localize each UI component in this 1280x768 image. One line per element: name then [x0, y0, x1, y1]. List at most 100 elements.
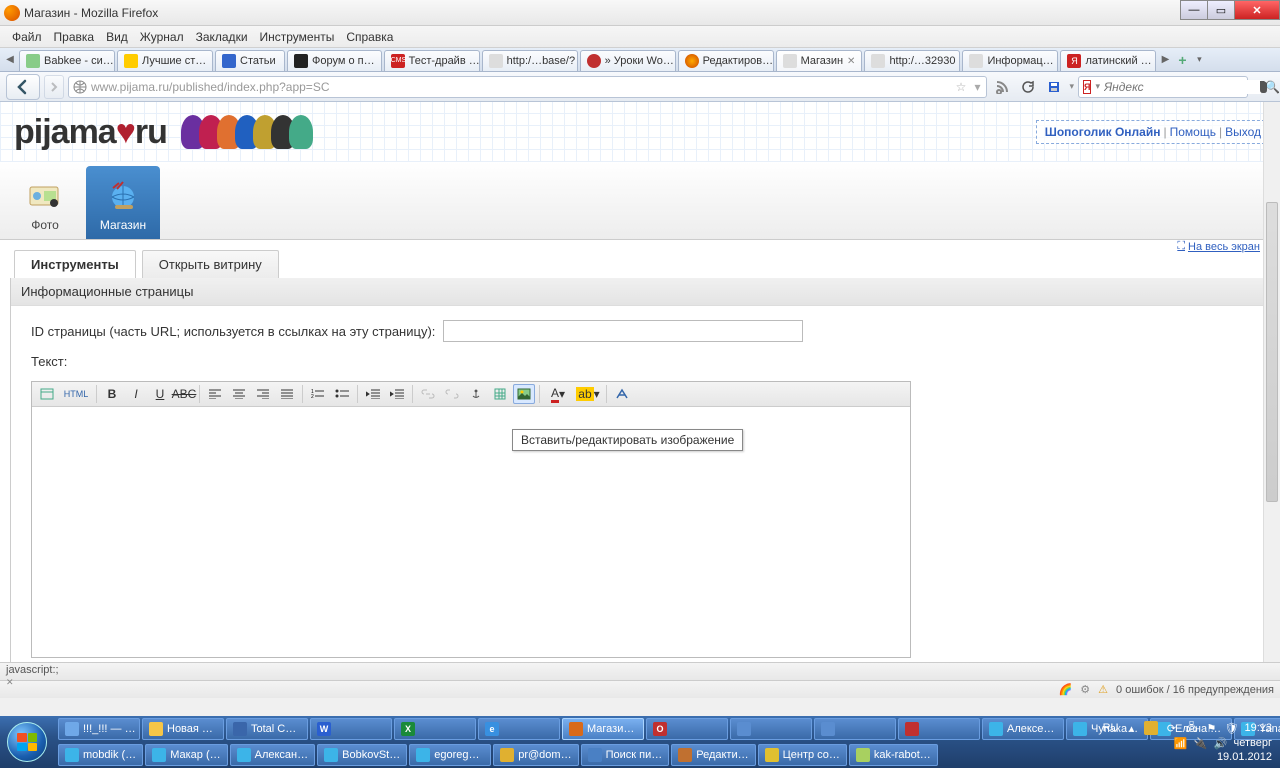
close-button[interactable]: ✕ — [1234, 0, 1280, 20]
tabs-scroll-right[interactable]: ▶ — [1157, 48, 1173, 71]
taskbar-item[interactable]: Центр со… — [758, 744, 847, 766]
save-dropdown-icon[interactable]: ▾ — [1069, 81, 1074, 92]
tray-sync-icon[interactable]: ⟳ — [1164, 721, 1178, 735]
evernote-icon[interactable] — [1252, 76, 1274, 98]
rss-icon[interactable] — [991, 76, 1013, 98]
taskbar-item[interactable]: X — [394, 718, 476, 740]
taskbar-item[interactable]: mobdik (… — [58, 744, 143, 766]
taskbar-item[interactable]: Новая … — [142, 718, 224, 740]
page-scrollbar[interactable] — [1263, 102, 1280, 662]
taskbar-item[interactable]: Поиск пи… — [581, 744, 670, 766]
menu-help[interactable]: Справка — [340, 28, 399, 46]
tab-item-active[interactable]: Магазин✕ — [776, 50, 863, 71]
tab-item[interactable]: Ялатинский … — [1060, 50, 1156, 71]
start-button[interactable] — [0, 716, 54, 768]
close-tab-icon[interactable]: ✕ — [847, 56, 855, 67]
italic-button[interactable]: I — [125, 384, 147, 404]
taskbar-item[interactable]: Алексе… — [982, 718, 1064, 740]
tray-network-icon[interactable]: 🖧 — [1184, 721, 1198, 735]
taskbar-item[interactable]: Макар (… — [145, 744, 227, 766]
taskbar-item[interactable]: !!!_!!! — … — [58, 718, 140, 740]
taskbar-item[interactable] — [814, 718, 896, 740]
menu-bookmarks[interactable]: Закладки — [190, 28, 254, 46]
appnav-photo[interactable]: Фото — [8, 166, 82, 239]
taskbar-item[interactable]: Total C… — [226, 718, 308, 740]
indent-icon[interactable] — [386, 384, 408, 404]
align-justify-icon[interactable] — [276, 384, 298, 404]
search-input[interactable] — [1104, 80, 1261, 94]
underline-button[interactable]: U — [149, 384, 171, 404]
tab-item[interactable]: Babkee - си… — [19, 50, 115, 71]
tab-item[interactable]: http:/…base/? — [482, 50, 578, 71]
tab-open-storefront[interactable]: Открыть витрину — [142, 250, 279, 278]
back-button[interactable] — [6, 74, 40, 100]
status-close-icon[interactable]: ✕ — [6, 677, 14, 687]
tray-time[interactable]: 19:13 — [1244, 722, 1272, 734]
tab-item[interactable]: Редактиров… — [678, 50, 774, 71]
html-button[interactable]: HTML — [60, 384, 92, 404]
save-icon[interactable] — [1043, 76, 1065, 98]
editor-canvas[interactable]: Вставить/редактировать изображение — [32, 407, 910, 657]
anchor-icon[interactable] — [465, 384, 487, 404]
tab-item[interactable]: Статьи — [215, 50, 285, 71]
strike-button[interactable]: ABC — [173, 384, 195, 404]
tray-chevron-icon[interactable]: ▴ — [1124, 721, 1138, 735]
tab-item[interactable]: Форум о п… — [287, 50, 382, 71]
special-icon[interactable] — [611, 384, 633, 404]
menu-view[interactable]: Вид — [100, 28, 134, 46]
page-id-input[interactable] — [443, 320, 803, 342]
minimize-button[interactable]: — — [1180, 0, 1208, 20]
taskbar-item[interactable] — [730, 718, 812, 740]
source-icon[interactable] — [36, 384, 58, 404]
user-link[interactable]: Шопоголик Онлайн — [1045, 125, 1161, 139]
ordered-list-icon[interactable]: 12 — [307, 384, 329, 404]
tray-wifi-icon[interactable]: 📶 — [1174, 736, 1188, 750]
taskbar-item[interactable]: egoreg… — [409, 744, 491, 766]
logout-link[interactable]: Выход — [1225, 125, 1261, 139]
forward-button[interactable] — [44, 75, 64, 99]
tray-flag-icon[interactable]: ⚑ — [1204, 721, 1218, 735]
taskbar-item[interactable]: Магази… — [562, 718, 644, 740]
url-dropdown-icon[interactable]: ▾ — [972, 80, 982, 94]
menu-edit[interactable]: Правка — [48, 28, 101, 46]
unordered-list-icon[interactable] — [331, 384, 353, 404]
tray-power-icon[interactable]: 🔌 — [1194, 736, 1208, 750]
menu-tools[interactable]: Инструменты — [254, 28, 341, 46]
tab-item[interactable]: Информац… — [962, 50, 1058, 71]
bg-color-icon[interactable]: ab ▾ — [574, 384, 602, 404]
tabs-scroll-left[interactable]: ◀ — [2, 48, 18, 71]
outdent-icon[interactable] — [362, 384, 384, 404]
tray-shield-icon[interactable]: 🛡 — [1224, 721, 1238, 735]
taskbar-item[interactable] — [898, 718, 980, 740]
appnav-shop[interactable]: Магазин — [86, 166, 160, 239]
bookmark-star-icon[interactable]: ☆ — [954, 80, 969, 94]
search-box[interactable]: Я ▾ 🔍 — [1078, 76, 1248, 98]
help-link[interactable]: Помощь — [1170, 125, 1216, 139]
taskbar-item[interactable]: BobkovSt… — [317, 744, 407, 766]
taskbar-item[interactable]: Редакти… — [671, 744, 755, 766]
tray-lang[interactable]: RU — [1103, 722, 1119, 734]
taskbar-item[interactable]: Алексан… — [230, 744, 316, 766]
tabs-dropdown[interactable]: ▾ — [1191, 48, 1207, 71]
link-icon[interactable] — [417, 384, 439, 404]
image-icon[interactable] — [513, 384, 535, 404]
taskbar-item[interactable]: pr@dom… — [493, 744, 578, 766]
reload-button[interactable] — [1017, 76, 1039, 98]
tab-item[interactable]: http:/…32930 — [864, 50, 960, 71]
maximize-button[interactable]: ▭ — [1207, 0, 1235, 20]
menu-history[interactable]: Журнал — [134, 28, 190, 46]
menu-file[interactable]: Файл — [6, 28, 48, 46]
align-center-icon[interactable] — [228, 384, 250, 404]
text-color-icon[interactable]: A ▾ — [544, 384, 572, 404]
taskbar-item[interactable]: kak-rabot… — [849, 744, 938, 766]
unlink-icon[interactable] — [441, 384, 463, 404]
url-bar[interactable]: www.pijama.ru/published/index.php?app=SC… — [68, 76, 987, 98]
bold-button[interactable]: B — [101, 384, 123, 404]
tab-item[interactable]: » Уроки Wo… — [580, 50, 676, 71]
taskbar-item[interactable]: e — [478, 718, 560, 740]
taskbar-item[interactable]: W — [310, 718, 392, 740]
rainbow-icon[interactable]: 🌈 — [1059, 683, 1073, 696]
fullscreen-link[interactable]: ⛶ На весь экран — [1177, 240, 1260, 253]
tab-item[interactable]: CMSТест-драйв … — [384, 50, 480, 71]
tab-tools[interactable]: Инструменты — [14, 250, 136, 278]
